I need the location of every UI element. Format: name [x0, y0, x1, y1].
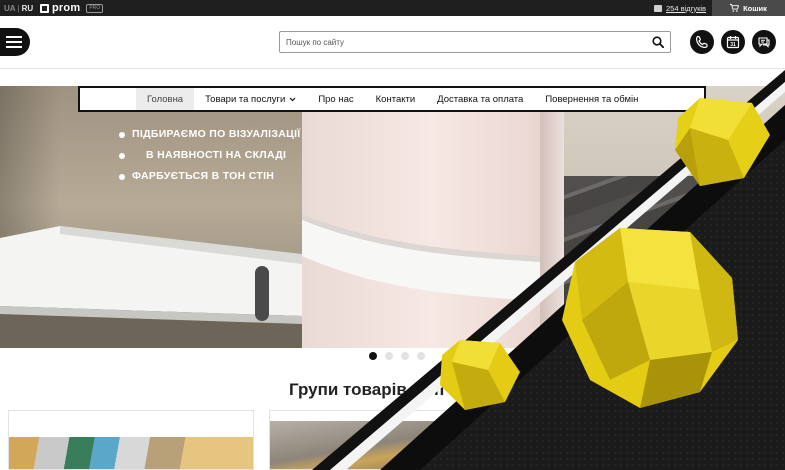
lang-ua[interactable]: UA	[4, 4, 16, 13]
search-input[interactable]	[286, 34, 636, 50]
nav-item-delivery[interactable]: Доставка та оплата	[426, 88, 534, 110]
menu-icon-line	[6, 46, 22, 48]
prom-logo[interactable]: prom PRO	[40, 2, 104, 14]
product-group-card[interactable]	[8, 410, 254, 470]
nav-item-products[interactable]: Товари та послуги	[194, 88, 307, 110]
nav-item-home[interactable]: Головна	[136, 88, 195, 110]
language-switcher: UA | RU	[4, 0, 33, 16]
hero-bullet: ПІДБИРАЄМО ПО ВІЗУАЛІЗАЦІЇ	[118, 124, 301, 145]
slider-dot[interactable]	[417, 352, 425, 360]
calendar-icon: 31	[726, 36, 740, 48]
cart-button[interactable]: Кошик	[712, 0, 785, 16]
lang-ru[interactable]: RU	[22, 4, 34, 13]
slider-dot[interactable]	[385, 352, 393, 360]
slider-dot-active[interactable]	[369, 352, 377, 360]
cart-icon	[730, 4, 740, 12]
schedule-button[interactable]: 31	[721, 30, 745, 54]
product-group-image	[270, 421, 514, 469]
chat-icon	[758, 37, 770, 48]
nav-item-products-label: Товари та послуги	[205, 93, 286, 105]
phone-button[interactable]	[690, 30, 714, 54]
yellow-polyhedron-icon	[440, 340, 520, 410]
menu-icon-line	[6, 41, 22, 43]
hero-bullet: В НАЯВНОСТІ НА СКЛАДІ	[118, 145, 301, 166]
prom-pro-badge: PRO	[86, 3, 104, 13]
product-group-card[interactable]	[269, 410, 515, 470]
page: { "topbar": { "lang_active": "UA", "lang…	[0, 0, 785, 470]
menu-icon-line	[6, 36, 22, 38]
prom-logo-text: prom	[52, 2, 81, 14]
nav-item-contacts[interactable]: Контакти	[365, 88, 427, 110]
cart-label: Кошик	[743, 3, 767, 13]
product-group-image	[9, 437, 253, 469]
reviews-link[interactable]: 254 відгуків	[654, 0, 706, 16]
hero-photo-stairs	[564, 86, 785, 348]
phone-icon	[695, 35, 708, 49]
section-title: Групи товарів та п	[289, 380, 445, 399]
header-divider	[0, 68, 785, 69]
hero-bullet: ФАРБУЄТЬСЯ В ТОН СТІН	[118, 166, 301, 187]
search-box	[279, 31, 671, 53]
hero-stairs	[564, 176, 734, 348]
main-nav: Головна Товари та послуги Про нас Контак…	[78, 86, 706, 112]
top-bar: UA | RU prom PRO 254 відгуків Кошик	[0, 0, 785, 16]
speech-bubble-icon	[654, 4, 662, 12]
chevron-down-icon	[289, 97, 296, 101]
hero-slider[interactable]: ПІДБИРАЄМО ПО ВІЗУАЛІЗАЦІЇ В НАЯВНОСТІ Н…	[0, 86, 785, 348]
nav-item-about[interactable]: Про нас	[307, 88, 364, 110]
slider-dot[interactable]	[401, 352, 409, 360]
reviews-label[interactable]: 254 відгуків	[666, 4, 706, 13]
slider-dots	[369, 352, 425, 360]
hero-curved-skirting-image	[302, 214, 540, 301]
svg-text:31: 31	[730, 42, 736, 48]
hero-photo-curved	[302, 86, 564, 348]
search-icon[interactable]	[652, 36, 664, 48]
hero-bullets: ПІДБИРАЄМО ПО ВІЗУАЛІЗАЦІЇ В НАЯВНОСТІ Н…	[118, 124, 301, 187]
nav-item-returns[interactable]: Повернення та обмін	[534, 88, 649, 110]
lang-separator: |	[17, 3, 20, 13]
prom-logo-icon	[40, 3, 49, 13]
menu-button[interactable]	[0, 28, 30, 56]
chat-button[interactable]	[752, 30, 776, 54]
